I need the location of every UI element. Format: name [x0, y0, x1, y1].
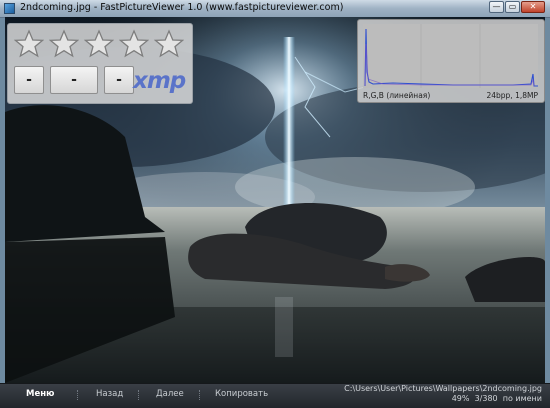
file-info: C:\Users\User\Pictures\Wallpapers\2ndcom… — [344, 384, 542, 404]
histogram-chart — [363, 24, 538, 88]
star-rating — [14, 29, 189, 59]
file-status: 49% 3/380 по имени — [344, 394, 542, 404]
image-position: 3/380 — [474, 394, 498, 403]
rating-panel: - - - xmp — [7, 23, 193, 104]
app-icon — [4, 3, 15, 14]
histogram-mode-label: R,G,B (линейная) — [363, 91, 431, 100]
menu-separator — [199, 390, 201, 400]
sort-order: по имени — [502, 394, 542, 403]
file-path: C:\Users\User\Pictures\Wallpapers\2ndcom… — [344, 384, 542, 393]
maximize-icon: ▭ — [508, 2, 517, 11]
star-4-icon[interactable] — [119, 29, 149, 59]
tag-button-3[interactable]: - — [104, 66, 134, 94]
menu-separator — [138, 390, 140, 400]
close-button[interactable]: ✕ — [521, 1, 545, 13]
minimize-icon: — — [492, 2, 501, 11]
bottom-toolbar: Меню Назад Далее Копировать C:\Users\Use… — [0, 383, 550, 408]
tag-buttons: - - - — [14, 66, 140, 94]
xmp-label[interactable]: xmp — [133, 68, 186, 94]
tag-button-2[interactable]: - — [50, 66, 98, 94]
star-5-icon[interactable] — [154, 29, 184, 59]
star-1-icon[interactable] — [14, 29, 44, 59]
star-2-icon[interactable] — [49, 29, 79, 59]
next-button[interactable]: Далее — [156, 389, 184, 399]
window-title: 2ndcoming.jpg - FastPictureViewer 1.0 (w… — [20, 2, 344, 13]
close-icon: ✕ — [529, 2, 537, 11]
maximize-button[interactable]: ▭ — [505, 1, 520, 13]
back-button[interactable]: Назад — [96, 389, 123, 399]
zoom-level: 49% — [451, 394, 470, 403]
histogram-panel: R,G,B (линейная) 24bpp, 1,8MP — [357, 19, 545, 103]
menu-button[interactable]: Меню — [26, 389, 54, 399]
minimize-button[interactable]: — — [489, 1, 504, 13]
tag-button-1[interactable]: - — [14, 66, 44, 94]
title-bar[interactable]: 2ndcoming.jpg - FastPictureViewer 1.0 (w… — [0, 0, 550, 18]
menu-separator — [77, 390, 79, 400]
histogram-info-label: 24bpp, 1,8MP — [486, 91, 538, 100]
copy-button[interactable]: Копировать — [215, 389, 268, 399]
star-3-icon[interactable] — [84, 29, 114, 59]
app-window: 2ndcoming.jpg - FastPictureViewer 1.0 (w… — [0, 0, 550, 408]
caption-buttons: — ▭ ✕ — [488, 1, 545, 15]
